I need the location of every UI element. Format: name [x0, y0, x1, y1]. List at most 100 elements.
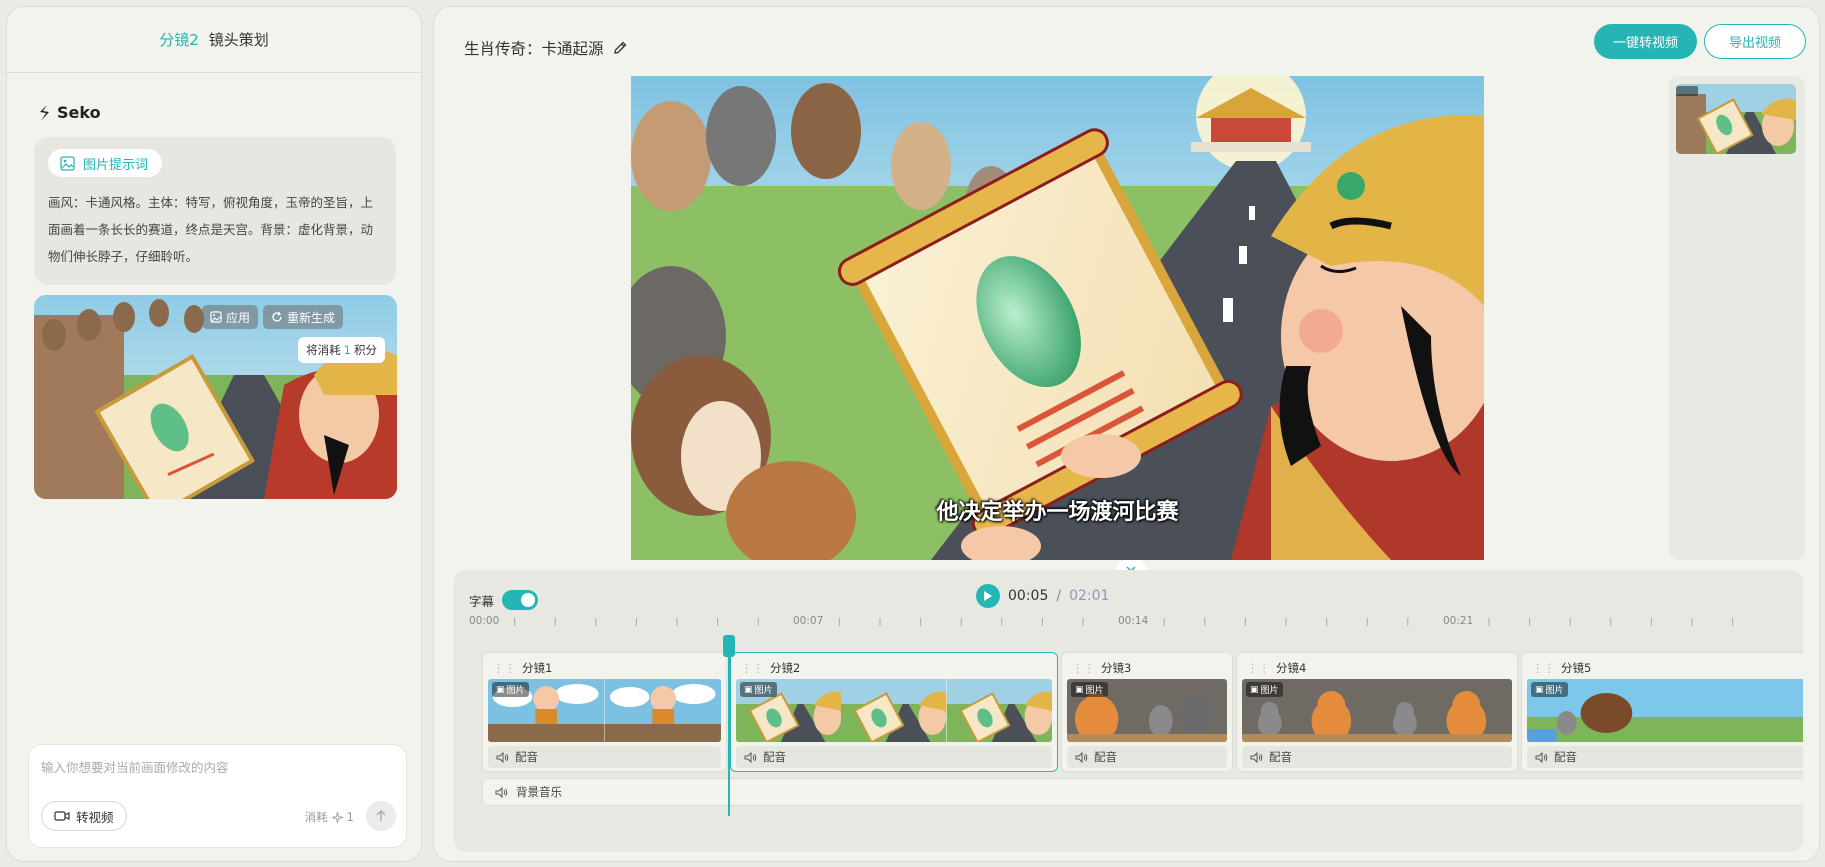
drag-handle-icon[interactable]: ⋮⋮ — [741, 661, 764, 675]
ruler-label: 00:21 — [1443, 615, 1474, 627]
consume-number: 1 — [346, 810, 354, 824]
clip-frame — [1527, 679, 1803, 742]
drag-handle-icon[interactable]: ⋮⋮ — [1072, 661, 1095, 675]
clip-image-badge: ▣ 图片 — [1071, 682, 1108, 697]
image-icon: ▣ — [1535, 684, 1544, 695]
badge-label: 图片 — [1085, 686, 1104, 696]
dub-label: 配音 — [1269, 750, 1292, 764]
play-icon — [984, 591, 992, 601]
ruler-label: 00:00 — [469, 615, 500, 627]
clip-dub-row[interactable]: 配音 — [736, 746, 1052, 768]
side-thumbnail-image — [1676, 84, 1796, 154]
consume-info: 消耗 1 — [305, 809, 354, 825]
dub-label: 配音 — [1094, 750, 1117, 764]
clip-label-row: ⋮⋮ 分镜2 — [741, 660, 800, 676]
clip-dub-row[interactable]: 配音 — [1242, 746, 1512, 768]
background-music-track[interactable]: 背景音乐 — [482, 778, 1803, 806]
dub-label: 配音 — [763, 750, 786, 764]
prompt-chip-label: 图片提示词 — [83, 157, 149, 173]
badge-label: 图片 — [754, 686, 773, 696]
drag-handle-icon[interactable]: ⋮⋮ — [1532, 661, 1555, 675]
timeline-clip-2[interactable]: ⋮⋮ 分镜2 ▣ 图片 配音 — [730, 652, 1058, 772]
send-button[interactable] — [366, 801, 396, 831]
arrow-up-icon — [376, 810, 386, 821]
apply-button[interactable]: 应用 — [202, 305, 259, 329]
side-thumbnail[interactable] — [1676, 84, 1796, 154]
to-video-button[interactable]: 转视频 — [41, 801, 127, 831]
badge-label: 图片 — [1545, 686, 1564, 696]
clip-dub-row[interactable]: 配音 — [488, 746, 721, 768]
timeline-clip-3[interactable]: ⋮⋮ 分镜3 ▣ 图片 配音 — [1061, 652, 1233, 772]
timeline-clip-5[interactable]: ⋮⋮ 分镜5 ▣ 图片 配音 — [1521, 652, 1803, 772]
image-icon — [210, 311, 222, 323]
prompt-chip[interactable]: 图片提示词 — [48, 149, 163, 177]
regenerate-label: 重新生成 — [287, 310, 336, 325]
clip-image-badge: ▣ 图片 — [492, 682, 529, 697]
one-click-video-button[interactable]: 一键转视频 — [1594, 24, 1697, 59]
clip-frame — [604, 679, 721, 742]
subtitle-switch[interactable] — [502, 590, 539, 610]
speaker-icon — [1535, 751, 1548, 763]
ruler-label: 00:14 — [1118, 615, 1149, 627]
timeline-clip-4[interactable]: ⋮⋮ 分镜4 ▣ 图片 配音 — [1236, 652, 1518, 772]
project-title-row: 生肖传奇：卡通起源 — [464, 37, 628, 59]
speaker-icon — [495, 786, 508, 798]
clip-dub-row[interactable]: 配音 — [1067, 746, 1227, 768]
header-shot-label[interactable]: 分镜2 — [159, 29, 199, 50]
playhead-handle[interactable] — [723, 635, 735, 657]
ruler-label: 00:07 — [793, 615, 824, 627]
clip-label-row: ⋮⋮ 分镜4 — [1247, 660, 1306, 676]
speaker-icon — [744, 751, 757, 763]
time-ruler[interactable]: 00:00 00:07 00:14 00:21 — [454, 612, 1803, 636]
speaker-icon — [1075, 751, 1088, 763]
header-title: 镜头策划 — [208, 31, 269, 49]
clip-image-badge: ▣ 图片 — [1246, 682, 1283, 697]
image-icon: ▣ — [1250, 684, 1259, 695]
clip-image-badge: ▣ 图片 — [740, 682, 777, 697]
time-separator: / — [1056, 588, 1062, 604]
project-title: 生肖传奇：卡通起源 — [464, 40, 604, 58]
clip-title: 分镜5 — [1561, 661, 1592, 675]
cost-suffix: 积分 — [354, 343, 377, 357]
main-panel: 生肖传奇：卡通起源 一键转视频 导出视频 他决定举办一场渡河比赛 字幕 00:0… — [433, 6, 1820, 862]
clip-frames — [1527, 679, 1803, 742]
timeline-clip-1[interactable]: ⋮⋮ 分镜1 ▣ 图片 配音 — [482, 652, 727, 772]
image-icon: ▣ — [496, 684, 505, 695]
total-time: 02:01 — [1069, 588, 1110, 604]
clip-title: 分镜4 — [1276, 661, 1307, 675]
clip-frame — [841, 679, 947, 742]
video-subtitle: 他决定举办一场渡河比赛 — [936, 500, 1179, 525]
seko-logo-icon — [40, 104, 49, 121]
dub-label: 配音 — [1554, 750, 1577, 764]
cost-tooltip: 将消耗 1 积分 — [298, 337, 385, 363]
playhead-line[interactable] — [728, 640, 730, 816]
clip-dub-row[interactable]: 配音 — [1527, 746, 1803, 768]
subtitle-toggle-row: 字幕 — [469, 590, 539, 610]
refresh-icon — [272, 311, 282, 322]
preview-player[interactable]: 他决定举办一场渡河比赛 — [631, 76, 1484, 560]
bgm-label: 背景音乐 — [516, 785, 562, 799]
drag-handle-icon[interactable]: ⋮⋮ — [493, 661, 516, 675]
cost-prefix: 将消耗 — [306, 343, 341, 357]
edit-input[interactable] — [41, 757, 391, 787]
consume-label: 消耗 — [304, 810, 328, 824]
apply-label: 应用 — [226, 310, 251, 325]
clip-frame — [1377, 679, 1512, 742]
sparkle-icon — [331, 811, 343, 823]
timeline: 字幕 00:05 / 02:01 00:00 00:07 00:14 00:21… — [454, 570, 1803, 852]
clip-title: 分镜2 — [770, 661, 801, 675]
clip-frames — [736, 679, 1052, 742]
drag-handle-icon[interactable]: ⋮⋮ — [1247, 661, 1270, 675]
badge-label: 图片 — [506, 686, 525, 696]
edit-pencil-icon[interactable] — [612, 40, 628, 56]
clip-label-row: ⋮⋮ 分镜5 — [1532, 660, 1591, 676]
play-button[interactable] — [976, 584, 1000, 608]
shot-thumbnail[interactable]: 应用 重新生成 将消耗 1 积分 — [34, 295, 397, 499]
edit-input-box: 转视频 消耗 1 — [28, 744, 407, 848]
clip-label-row: ⋮⋮ 分镜3 — [1072, 660, 1131, 676]
left-panel-header: 分镜2 镜头策划 — [7, 7, 421, 73]
regenerate-button[interactable]: 重新生成 — [263, 305, 344, 329]
clip-image-badge: ▣ 图片 — [1531, 682, 1568, 697]
dub-label: 配音 — [515, 750, 538, 764]
export-video-button[interactable]: 导出视频 — [1704, 24, 1806, 59]
